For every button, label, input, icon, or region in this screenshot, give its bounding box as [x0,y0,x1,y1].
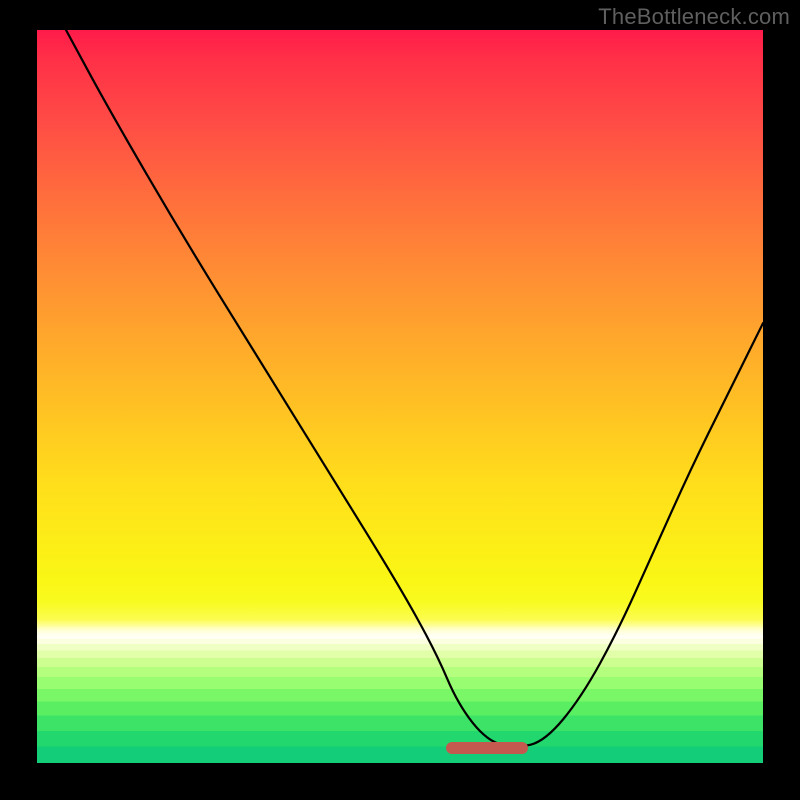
bottleneck-curve-path [66,30,763,747]
app-frame: TheBottleneck.com [0,0,800,800]
plot-area [37,30,763,763]
chart-svg [37,30,763,763]
watermark-text: TheBottleneck.com [598,4,790,30]
optimal-range-marker [446,742,527,754]
